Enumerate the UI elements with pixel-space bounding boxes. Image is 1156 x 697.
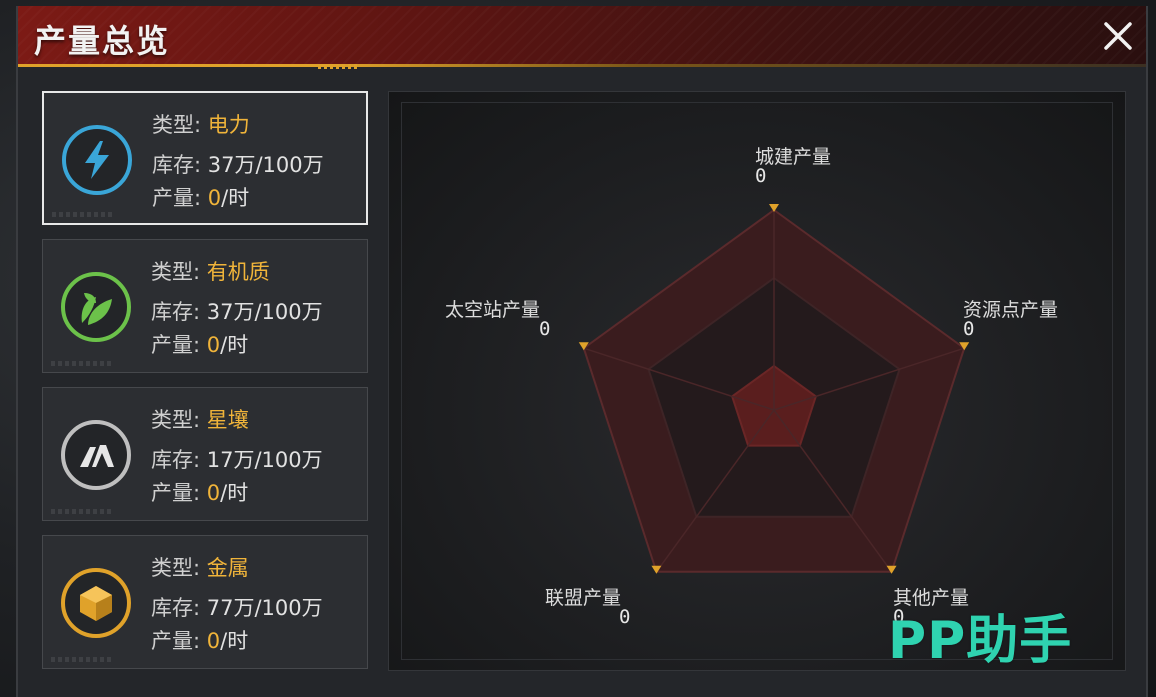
card-decoration <box>51 361 111 366</box>
production-overview-window: 产量总览 类型: 电力 库存: 37万/100万 产量: 0/时 类型: 有机质… <box>16 6 1148 697</box>
axis-value-city: 0 <box>755 165 767 187</box>
resource-icon-ring <box>61 568 131 638</box>
type-label: 类型: <box>152 113 202 137</box>
metal-cube-icon <box>80 586 112 621</box>
type-name: 电力 <box>207 113 250 137</box>
leaf-icon <box>81 293 112 325</box>
stock-row: 库存: 77万/100万 <box>151 592 323 622</box>
window-header: 产量总览 <box>18 6 1146 64</box>
output-unit: /时 <box>220 481 249 505</box>
output-row: 产量: 0/时 <box>152 182 249 212</box>
lightning-icon <box>85 141 109 179</box>
stock-value: 17万/100万 <box>206 448 323 472</box>
stock-value: 37万/100万 <box>206 300 323 324</box>
output-unit: /时 <box>221 186 250 210</box>
output-label: 产量: <box>151 481 201 505</box>
card-decoration <box>51 509 111 514</box>
axis-value-space-station: 0 <box>539 318 551 340</box>
axis-label-alliance: 联盟产量 <box>545 587 622 609</box>
soil-block-icon <box>80 445 114 467</box>
output-value: 0 <box>206 333 221 357</box>
output-row: 产量: 0/时 <box>151 329 248 359</box>
stock-value: 37万/100万 <box>207 153 324 177</box>
output-value: 0 <box>207 186 222 210</box>
type-name: 有机质 <box>206 260 270 284</box>
resource-icon-ring <box>62 125 132 195</box>
header-accent-dash <box>318 64 358 69</box>
stock-row: 库存: 17万/100万 <box>151 444 323 474</box>
output-row: 产量: 0/时 <box>151 625 248 655</box>
output-label: 产量: <box>152 186 202 210</box>
stock-label: 库存: <box>151 596 201 620</box>
type-row: 类型: 有机质 <box>151 256 270 286</box>
radar-chart-panel: 城建产量 0 资源点产量 0 其他产量 0 联盟产量 0 太空站产量 0 <box>388 91 1126 671</box>
output-label: 产量: <box>151 629 201 653</box>
stock-row: 库存: 37万/100万 <box>152 149 324 179</box>
output-row: 产量: 0/时 <box>151 477 248 507</box>
output-unit: /时 <box>220 629 249 653</box>
type-label: 类型: <box>151 408 201 432</box>
axis-label-resource-point: 资源点产量 <box>963 299 1059 321</box>
resource-card-power[interactable]: 类型: 电力 库存: 37万/100万 产量: 0/时 <box>42 91 368 225</box>
resource-card-metal[interactable]: 类型: 金属 库存: 77万/100万 产量: 0/时 <box>42 535 368 669</box>
stock-label: 库存: <box>151 300 201 324</box>
radar-vertex-marker <box>769 204 779 212</box>
card-decoration <box>51 657 111 662</box>
type-row: 类型: 星壤 <box>151 404 249 434</box>
close-icon <box>1104 22 1132 50</box>
output-value: 0 <box>206 481 221 505</box>
resource-card-organic[interactable]: 类型: 有机质 库存: 37万/100万 产量: 0/时 <box>42 239 368 373</box>
output-label: 产量: <box>151 333 201 357</box>
type-name: 星壤 <box>206 408 249 432</box>
resource-icon-ring <box>61 420 131 490</box>
resource-card-soil[interactable]: 类型: 星壤 库存: 17万/100万 产量: 0/时 <box>42 387 368 521</box>
close-button[interactable] <box>1100 18 1136 54</box>
type-label: 类型: <box>151 556 201 580</box>
type-name: 金属 <box>206 556 249 580</box>
output-value: 0 <box>206 629 221 653</box>
type-row: 类型: 金属 <box>151 552 249 582</box>
header-accent-line <box>18 64 1146 67</box>
window-title: 产量总览 <box>34 22 171 60</box>
output-unit: /时 <box>220 333 249 357</box>
stock-label: 库存: <box>151 448 201 472</box>
axis-value-resource-point: 0 <box>963 318 975 340</box>
stock-value: 77万/100万 <box>206 596 323 620</box>
axis-label-space-station: 太空站产量 <box>445 299 541 321</box>
card-decoration <box>52 212 112 217</box>
watermark: PP助手 <box>888 611 1073 671</box>
type-label: 类型: <box>151 260 201 284</box>
axis-value-alliance: 0 <box>619 606 631 628</box>
resource-icon-ring <box>61 272 131 342</box>
stock-row: 库存: 37万/100万 <box>151 296 323 326</box>
stock-label: 库存: <box>152 153 202 177</box>
type-row: 类型: 电力 <box>152 109 250 139</box>
